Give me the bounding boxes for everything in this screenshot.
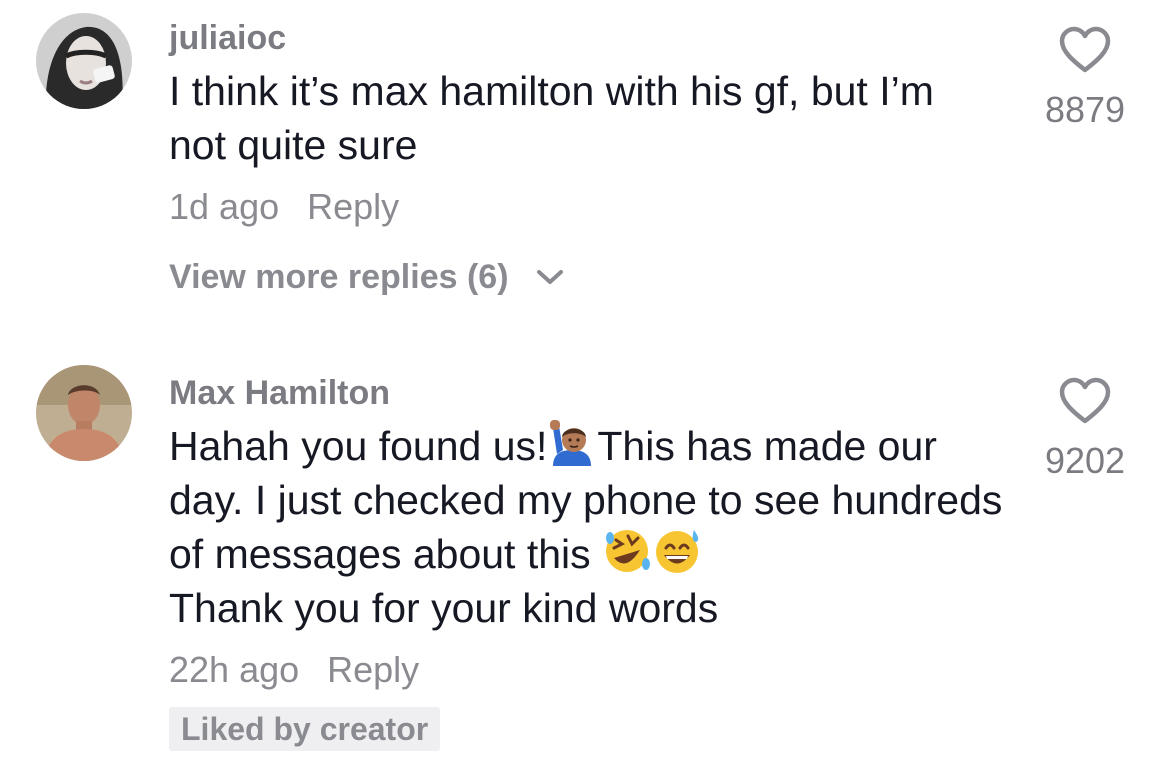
comment-body: Max Hamilton Hahah you found us! This ha… [169, 369, 1009, 751]
user-avatar-icon [36, 365, 132, 461]
like-column: 9202 [1030, 377, 1140, 483]
rolling-on-floor-laughing-emoji [606, 530, 651, 572]
avatar[interactable] [36, 13, 132, 109]
comment-item: Max Hamilton Hahah you found us! This ha… [0, 355, 1170, 769]
user-avatar-icon [36, 13, 132, 109]
chevron-down-icon [536, 270, 563, 284]
liked-by-creator-badge: Liked by creator [169, 707, 441, 751]
reply-button[interactable]: Reply [307, 186, 399, 227]
comments-screen: juliaioc I think it’s max hamilton with … [0, 0, 1170, 769]
avatar[interactable] [36, 365, 132, 461]
comment-text-part1: Hahah you found us! [169, 423, 548, 469]
comment-username[interactable]: Max Hamilton [169, 369, 1009, 417]
view-more-replies-button[interactable]: View more replies (6) [169, 254, 999, 300]
comment-text-part3: Thank you for your kind words [169, 585, 719, 631]
person-raising-hand-emoji [550, 420, 592, 466]
heart-icon[interactable] [1058, 26, 1112, 74]
like-column: 8879 [1030, 26, 1140, 132]
reply-button[interactable]: Reply [327, 649, 419, 690]
comment-time: 1d ago [169, 186, 280, 227]
heart-icon[interactable] [1058, 377, 1112, 425]
comment-username[interactable]: juliaioc [169, 14, 999, 62]
comment-text: I think it’s max hamilton with his gf, b… [169, 68, 934, 168]
comment-meta: 22h ago Reply [169, 647, 1009, 693]
comment-meta: 1d ago Reply [169, 184, 999, 230]
comment-item: juliaioc I think it’s max hamilton with … [0, 0, 1170, 340]
like-count: 8879 [1044, 89, 1126, 130]
grinning-face-with-sweat-emoji [656, 530, 699, 573]
comment-text: Hahah you found us! This has made our da… [169, 419, 1009, 635]
view-more-replies-label: View more replies (6) [169, 258, 509, 296]
like-count: 9202 [1044, 440, 1126, 481]
comment-time: 22h ago [169, 649, 300, 690]
comment-body: juliaioc I think it’s max hamilton with … [169, 14, 999, 300]
